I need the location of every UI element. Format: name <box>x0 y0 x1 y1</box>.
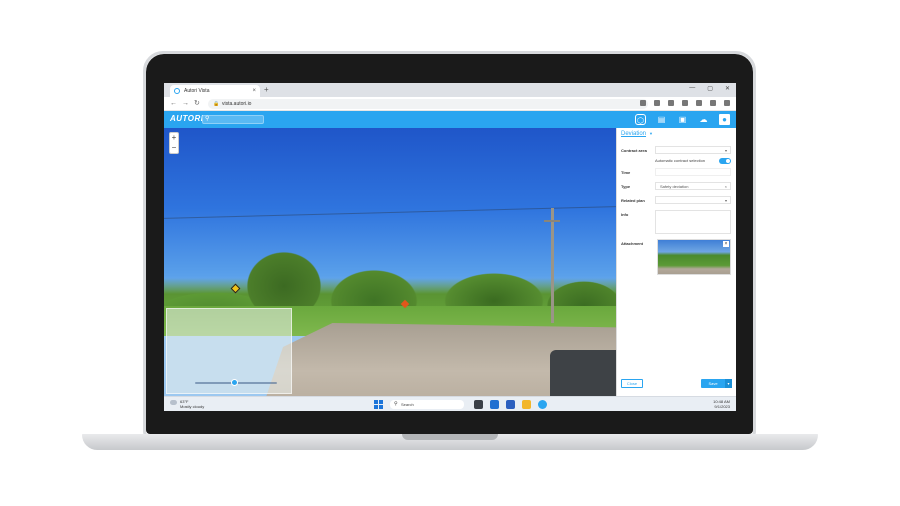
task-view-icon[interactable] <box>474 400 483 409</box>
browser-toolbar: ← → ↻ 🔒 vista.autori.io <box>164 97 736 111</box>
close-window-icon[interactable]: ✕ <box>725 85 730 92</box>
autori-favicon-icon <box>174 88 180 94</box>
browser-tabstrip: Autori Vista × + — ▢ ✕ <box>164 83 736 97</box>
weather-widget[interactable]: 63°F Mostly cloudy <box>170 399 204 409</box>
vehicle-hood <box>550 350 616 396</box>
reload-icon[interactable]: ↻ <box>194 99 200 109</box>
search-icon: ⚲ <box>205 116 210 122</box>
power-line <box>164 206 616 219</box>
utility-pole-crossbar <box>544 220 560 222</box>
header-icons: ⬡ ▤ ▣ ☁ ● <box>635 114 730 125</box>
search-input[interactable]: ⚲ <box>202 115 264 124</box>
windows-start-icon[interactable] <box>374 400 383 409</box>
contract-area-select[interactable]: ▾ <box>655 146 731 154</box>
taskbar-apps <box>474 400 547 409</box>
user-avatar-icon[interactable]: ● <box>719 114 730 125</box>
hexagon-icon[interactable]: ⬡ <box>635 114 646 125</box>
auto-contract-row: Automatic contract selection <box>655 157 733 165</box>
timeline-slider-handle[interactable] <box>231 379 238 386</box>
panel-title[interactable]: Deviation ▼ <box>621 131 653 137</box>
bookmark-star-icon[interactable] <box>654 100 660 106</box>
file-explorer-icon[interactable] <box>522 400 531 409</box>
panel-title-text: Deviation <box>621 131 647 137</box>
new-tab-button[interactable]: + <box>264 85 269 95</box>
zoom-control: + − <box>169 132 179 154</box>
contract-area-label: Contract area <box>621 148 647 153</box>
clipboard-icon[interactable]: ▤ <box>656 114 667 125</box>
back-icon[interactable]: ← <box>170 99 177 109</box>
save-options-button[interactable]: ▾ <box>725 379 732 388</box>
time-field[interactable] <box>655 168 731 176</box>
search-icon: ⚲ <box>394 401 398 407</box>
windows-taskbar: 63°F Mostly cloudy ⚲ Search 10:48 AM 9/1… <box>164 396 736 411</box>
tab-title: Autori Vista <box>184 88 210 94</box>
save-button[interactable]: Save <box>701 379 725 388</box>
share-icon[interactable] <box>640 100 646 106</box>
related-plan-select[interactable]: ▾ <box>655 196 731 204</box>
type-select[interactable]: Safety deviation × <box>655 182 731 190</box>
weather-condition: Mostly cloudy <box>180 404 205 409</box>
app-header: AUTORI ⚲ ⬡ ▤ ▣ ☁ ● <box>164 111 736 128</box>
deviation-panel: Deviation ▼ Contract area ▾ Automatic con… <box>616 128 736 396</box>
related-plan-label: Related plan <box>621 198 645 203</box>
zoom-in-button[interactable]: + <box>170 133 178 143</box>
mini-map[interactable] <box>166 308 292 394</box>
clear-icon[interactable]: × <box>725 183 727 190</box>
cloud-upload-icon[interactable]: ☁ <box>698 114 709 125</box>
autori-logo: AUTORI <box>170 114 204 123</box>
maximize-icon[interactable]: ▢ <box>707 85 713 92</box>
window-controls: — ▢ ✕ <box>689 85 730 92</box>
url-text: vista.autori.io <box>222 101 252 107</box>
auto-contract-label: Automatic contract selection <box>655 158 706 163</box>
taskbar-search[interactable]: ⚲ Search <box>390 400 464 409</box>
cloud-icon <box>170 400 177 405</box>
caret-down-icon: ▼ <box>649 131 653 136</box>
chevron-down-icon: ▾ <box>724 198 727 203</box>
forward-icon[interactable]: → <box>182 99 189 109</box>
laptop-notch <box>402 434 498 440</box>
info-label: Info <box>621 212 629 217</box>
system-tray-clock[interactable]: 10:48 AM 9/1/2023 <box>713 399 730 409</box>
time-label: Time <box>621 170 631 175</box>
briefcase-icon[interactable]: ▣ <box>677 114 688 125</box>
taskbar-search-label: Search <box>401 402 414 407</box>
sidebar-icon[interactable] <box>696 100 702 106</box>
zoom-out-button[interactable]: − <box>170 143 178 153</box>
remove-attachment-icon[interactable]: × <box>723 241 729 247</box>
word-icon[interactable] <box>506 400 515 409</box>
info-textarea[interactable] <box>655 210 731 234</box>
lock-icon: 🔒 <box>213 101 220 107</box>
laptop-screen: Autori Vista × + — ▢ ✕ ← → ↻ 🔒 vista.aut… <box>164 83 736 411</box>
menu-icon[interactable] <box>682 100 688 106</box>
extension-icons <box>640 100 730 106</box>
browser-tab[interactable]: Autori Vista × <box>170 85 260 97</box>
street-view-panorama[interactable]: + − <box>164 128 616 396</box>
outlook-icon[interactable] <box>490 400 499 409</box>
profile-icon[interactable] <box>710 100 716 106</box>
chevron-down-icon: ▾ <box>724 148 727 153</box>
browser-icon[interactable] <box>538 400 547 409</box>
clock-date: 9/1/2023 <box>714 404 730 409</box>
minimize-icon[interactable]: — <box>689 85 695 92</box>
attachment-thumbnail[interactable]: × <box>657 239 731 275</box>
tab-close-icon[interactable]: × <box>252 85 256 97</box>
type-label: Type <box>621 184 631 189</box>
more-vert-icon[interactable] <box>724 100 730 106</box>
type-value: Safety deviation <box>660 184 689 189</box>
auto-contract-toggle[interactable] <box>719 158 731 164</box>
close-button[interactable]: Close <box>621 379 643 388</box>
attachment-label: Attachment <box>621 241 644 246</box>
address-bar[interactable]: 🔒 vista.autori.io <box>208 99 648 109</box>
utility-pole <box>551 208 554 323</box>
extensions-puzzle-icon[interactable] <box>668 100 674 106</box>
